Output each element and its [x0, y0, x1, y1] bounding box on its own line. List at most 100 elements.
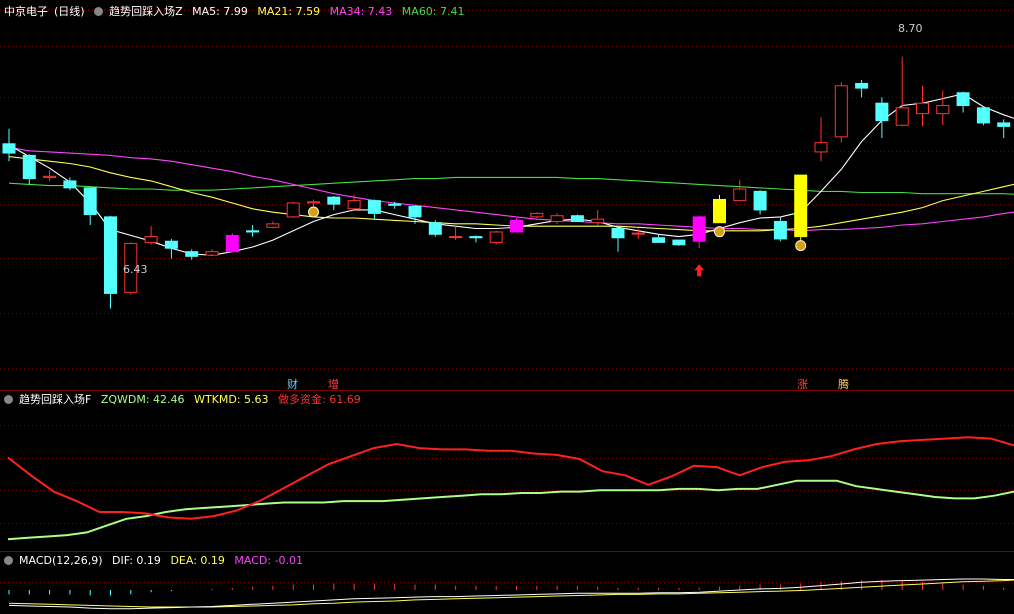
candle-body	[997, 122, 1011, 127]
candle-body	[43, 175, 57, 178]
candlestick	[469, 235, 483, 243]
candle-body	[733, 188, 747, 202]
ma60-line	[8, 176, 1014, 195]
candle-body	[956, 92, 970, 107]
candle-body	[347, 200, 361, 210]
low-price-label: 6.43	[123, 263, 148, 276]
tag-teng: 腾	[838, 378, 849, 391]
candle-body	[936, 105, 950, 115]
candlestick	[936, 90, 950, 126]
candle-body	[185, 251, 199, 257]
candlestick	[570, 214, 584, 223]
money-bag-icon	[795, 240, 807, 252]
tag-cai: 财	[287, 378, 298, 391]
candle-body	[428, 222, 442, 235]
buy-arrow-icon	[694, 264, 705, 277]
candle-body	[976, 107, 990, 124]
candle-body	[388, 203, 402, 206]
candlestick	[591, 209, 605, 225]
tag-zeng: 增	[328, 378, 339, 391]
indicator-toggle-icon[interactable]	[4, 556, 13, 565]
candlestick	[753, 190, 767, 215]
candle-body	[692, 216, 706, 242]
indicator-toggle-icon[interactable]	[94, 7, 104, 16]
candle-body	[205, 251, 219, 256]
candle-body	[855, 82, 869, 89]
candlestick	[43, 170, 57, 181]
candle-body	[875, 102, 889, 122]
candle-body	[144, 236, 158, 243]
candlestick	[713, 194, 726, 224]
ma60-label: MA60: 7.41	[401, 5, 465, 18]
candlestick	[692, 215, 706, 249]
candlestick	[2, 128, 16, 162]
candlestick	[22, 154, 36, 185]
candle-body	[895, 107, 909, 126]
zqwdm-label: ZQWDM: 42.46	[100, 393, 185, 406]
candlestick	[997, 119, 1011, 138]
candle-body	[449, 236, 463, 239]
candlestick	[814, 117, 828, 162]
candlestick	[449, 226, 463, 241]
dea-line	[8, 579, 1014, 608]
candle-body	[307, 201, 320, 204]
ma21-line	[8, 156, 1014, 232]
candlestick	[895, 56, 909, 127]
funds-line	[7, 436, 1014, 520]
candlestick	[266, 221, 280, 229]
candlestick	[794, 174, 808, 243]
candle-body	[773, 221, 787, 240]
candlestick	[489, 230, 503, 245]
candle-body	[713, 198, 726, 224]
candlestick	[83, 186, 97, 225]
candle-body	[327, 196, 341, 205]
main-chart-header: 中京电子 (日线) 趋势回踩入场Z MA5: 7.99 MA21: 7.59 MA…	[4, 4, 471, 20]
candlestick	[733, 179, 747, 202]
wtkmd-label: WTKMD: 5.63	[194, 393, 269, 406]
candlestick	[834, 82, 848, 143]
candle-body	[2, 143, 16, 154]
candle-body	[22, 154, 36, 180]
stock-chart[interactable]	[0, 0, 1014, 614]
candlesticks[interactable]	[2, 56, 1014, 309]
candle-body	[570, 215, 584, 223]
candlestick	[611, 226, 625, 252]
trend-indicator-lines	[7, 436, 1014, 541]
stock-name[interactable]: 中京电子	[4, 5, 48, 18]
candlestick	[347, 194, 361, 210]
candlestick	[976, 106, 990, 126]
candlestick	[185, 249, 199, 260]
candle-body	[286, 202, 300, 218]
candlestick	[652, 234, 666, 243]
candlestick	[428, 220, 442, 237]
candlestick	[144, 226, 158, 245]
sub-indicator-name[interactable]: 趋势回踩入场F	[19, 393, 91, 406]
candle-body	[794, 174, 808, 238]
indicator-name[interactable]: 趋势回踩入场Z	[109, 5, 183, 18]
dea-label: DEA: 0.19	[170, 554, 225, 567]
indicator-toggle-icon[interactable]	[4, 395, 13, 404]
candle-body	[164, 240, 178, 249]
candlestick	[367, 199, 381, 220]
candlestick	[104, 215, 117, 309]
candle-body	[367, 200, 381, 214]
candle-body	[246, 230, 260, 233]
ma21-label: MA21: 7.59	[257, 5, 321, 18]
tag-zhang: 涨	[797, 378, 808, 391]
candlestick	[530, 212, 544, 219]
macd-histogram	[8, 578, 1014, 610]
funds-label: 做多资金: 61.69	[278, 393, 361, 406]
macd-value-label: MACD: -0.01	[234, 554, 304, 567]
candle-body	[591, 218, 605, 224]
money-bag-icon	[714, 226, 725, 238]
period-label[interactable]: (日线)	[54, 5, 85, 18]
candle-body	[225, 234, 239, 253]
ma34-label: MA34: 7.43	[329, 5, 393, 18]
candlestick	[855, 80, 869, 98]
candlestick	[327, 196, 341, 210]
macd-name[interactable]: MACD(12,26,9)	[19, 554, 103, 567]
candlestick	[307, 199, 320, 207]
candlestick	[286, 201, 300, 219]
candle-body	[814, 142, 828, 153]
candlestick	[205, 249, 219, 256]
